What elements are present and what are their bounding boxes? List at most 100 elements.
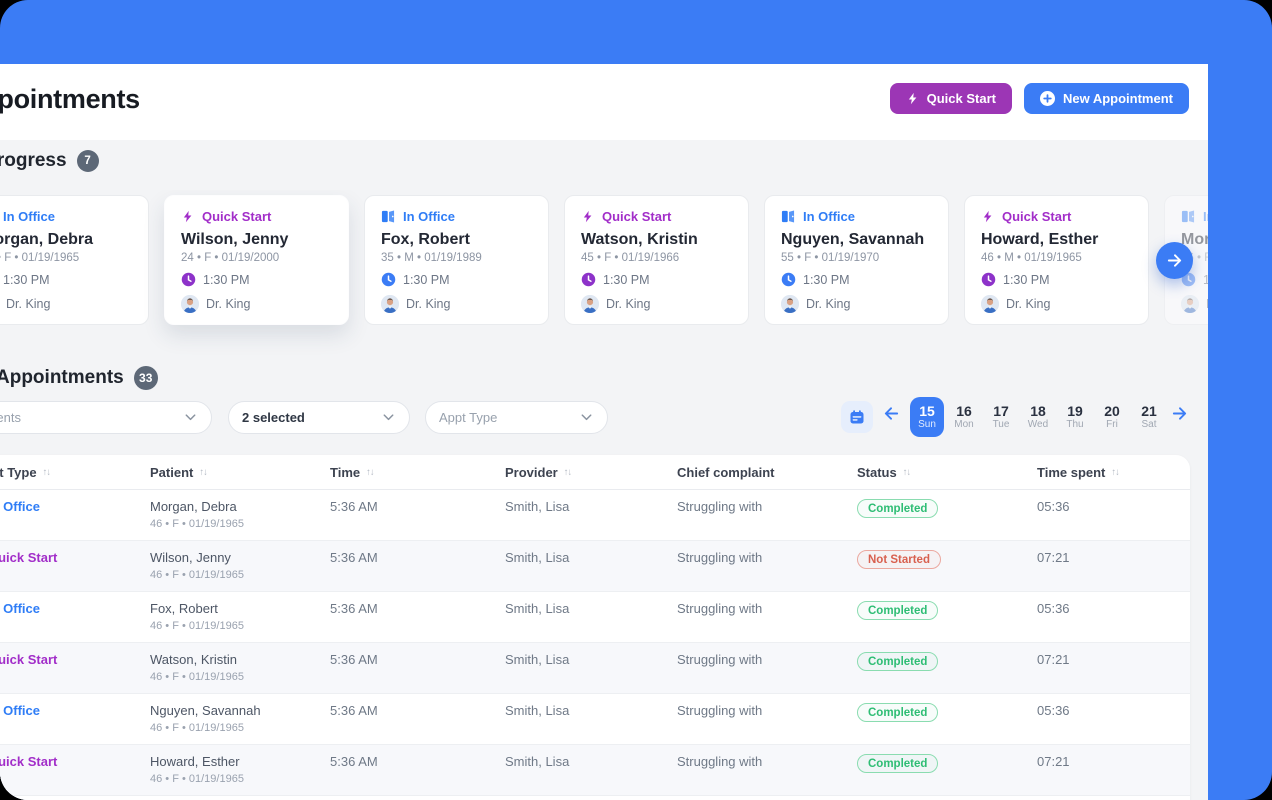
column-header[interactable]: Provider ↑↓ xyxy=(505,465,677,480)
patient-card[interactable]: In Office Morgan, Debra 46 • F • 01/19/1… xyxy=(0,195,149,325)
card-type-label: In Office xyxy=(803,209,856,224)
cell-provider: Smith, Lisa xyxy=(505,703,570,718)
week-day-strip: 15 Sun 16 Mon 17 Tue 18 Wed 19 Thu 20 Fr… xyxy=(910,397,1166,437)
column-header[interactable]: Status ↑↓ xyxy=(857,465,1037,480)
sort-arrows-icon[interactable]: ↑↓ xyxy=(903,467,911,478)
calendar-button[interactable] xyxy=(841,401,873,433)
appt-type-filter-dropdown[interactable]: Appt Type xyxy=(425,401,608,434)
day-name: Sun xyxy=(918,419,936,431)
column-header[interactable]: Time spent ↑↓ xyxy=(1037,465,1190,480)
cell-chief-complaint: Struggling with xyxy=(677,754,763,769)
avatar xyxy=(181,295,199,313)
table-row[interactable]: In Office Fox, Robert 46 • F • 01/19/196… xyxy=(0,592,1190,643)
card-provider: Dr. King xyxy=(806,297,851,311)
cell-status: Completed xyxy=(857,754,1037,795)
carousel-next-button[interactable] xyxy=(1156,242,1193,279)
avatar xyxy=(781,295,799,313)
avatar xyxy=(1181,295,1199,313)
column-label: Provider xyxy=(505,465,558,480)
week-day[interactable]: 20 Fri xyxy=(1095,397,1129,437)
table-row[interactable]: Quick Start Wilson, Jenny 46 • F • 01/19… xyxy=(0,541,1190,592)
column-label: Chief complaint xyxy=(677,465,775,480)
calendar-icon xyxy=(850,410,864,424)
patient-meta: 46 • F • 01/19/1965 xyxy=(150,722,244,734)
sort-arrows-icon[interactable]: ↑↓ xyxy=(564,467,572,478)
patients-filter-dropdown[interactable]: Patients xyxy=(0,401,212,434)
cell-provider: Smith, Lisa xyxy=(505,754,570,769)
avatar xyxy=(381,295,399,313)
week-day[interactable]: 16 Mon xyxy=(947,397,981,437)
card-provider-row: Dr. King xyxy=(1181,295,1208,313)
card-time: 1:30 PM xyxy=(3,272,50,287)
in-progress-carousel: In Office Morgan, Debra 46 • F • 01/19/1… xyxy=(0,190,1208,360)
card-type-label: Quick Start xyxy=(1002,209,1072,224)
appointments-heading: Appointments 33 xyxy=(0,366,158,390)
cell-chief-complaint: Struggling with xyxy=(677,601,763,616)
day-number: 21 xyxy=(1141,402,1157,419)
card-provider: Dr. King xyxy=(6,297,51,311)
week-prev-button[interactable] xyxy=(883,405,900,422)
appt-type-filter-value: Appt Type xyxy=(439,410,498,425)
providers-filter-dropdown[interactable]: 2 selected xyxy=(228,401,410,434)
column-header[interactable]: Patient ↑↓ xyxy=(150,465,330,480)
patient-name: Wilson, Jenny xyxy=(150,550,231,565)
new-appointment-button[interactable]: New Appointment xyxy=(1023,83,1189,114)
cell-appt-type[interactable]: Quick Start xyxy=(0,652,150,693)
cell-provider: Smith, Lisa xyxy=(505,652,570,667)
chevron-down-icon xyxy=(185,414,196,421)
cell-appt-type[interactable]: In Office xyxy=(0,601,150,642)
day-number: 19 xyxy=(1067,402,1083,419)
quick-start-button[interactable]: Quick Start xyxy=(889,83,1012,114)
day-name: Mon xyxy=(954,419,974,431)
cell-appt-type[interactable]: Quick Start xyxy=(0,550,150,591)
cell-appt-type[interactable]: Quick Start xyxy=(0,754,150,795)
table-row[interactable]: In Office Nguyen, Savannah 46 • F • 01/1… xyxy=(0,694,1190,745)
cell-provider: Smith, Lisa xyxy=(505,550,570,565)
card-patient-meta: 55 • F • 01/19/1970 xyxy=(781,252,880,264)
table-row[interactable]: Quick Start Howard, Esther 46 • F • 01/1… xyxy=(0,745,1190,796)
table-row[interactable]: In Office Morgan, Debra 46 • F • 01/19/1… xyxy=(0,490,1190,541)
patient-card[interactable]: Quick Start Howard, Esther 46 • M • 01/1… xyxy=(964,195,1149,325)
column-header[interactable]: Appt Type ↑↓ xyxy=(0,465,150,480)
card-time-row: 1:30 PM xyxy=(381,272,532,287)
day-name: Sat xyxy=(1141,419,1157,431)
cell-appt-type[interactable]: In Office xyxy=(0,703,150,744)
patient-card[interactable]: Quick Start Watson, Kristin 45 • F • 01/… xyxy=(564,195,749,325)
card-type-row: In Office xyxy=(0,208,132,225)
card-time: 1:30 PM xyxy=(403,272,450,287)
cell-chief-complaint: Struggling with xyxy=(677,550,763,565)
patient-card[interactable]: Quick Start Wilson, Jenny 24 • F • 01/19… xyxy=(164,195,349,325)
column-header[interactable]: Chief complaint ↑↓ xyxy=(677,465,857,480)
week-day[interactable]: 19 Thu xyxy=(1058,397,1092,437)
card-patient-meta: 35 • M • 01/19/1989 xyxy=(381,252,482,264)
column-header[interactable]: Time ↑↓ xyxy=(330,465,505,480)
card-provider: Dr. King xyxy=(206,297,251,311)
sort-arrows-icon[interactable]: ↑↓ xyxy=(43,467,51,478)
sort-arrows-icon[interactable]: ↑↓ xyxy=(199,467,207,478)
week-day[interactable]: 15 Sun xyxy=(910,397,944,437)
card-provider-row: Dr. King xyxy=(581,295,732,313)
table-row[interactable]: Quick Start Watson, Kristin 46 • F • 01/… xyxy=(0,643,1190,694)
appointments-title: Appointments xyxy=(0,367,124,388)
in-progress-heading: In Progress 7 xyxy=(0,150,99,172)
card-type-label: In Office xyxy=(1203,209,1208,224)
patient-card[interactable]: In Office Fox, Robert 35 • M • 01/19/198… xyxy=(364,195,549,325)
day-number: 20 xyxy=(1104,402,1120,419)
arrow-right-icon xyxy=(1167,254,1182,267)
week-next-button[interactable] xyxy=(1171,405,1188,422)
cell-appt-type[interactable]: In Office xyxy=(0,499,150,540)
sort-arrows-icon[interactable]: ↑↓ xyxy=(366,467,374,478)
week-day[interactable]: 18 Wed xyxy=(1021,397,1055,437)
day-name: Wed xyxy=(1027,419,1049,431)
doctor-avatar-icon xyxy=(381,295,399,313)
patient-card[interactable]: In Office Nguyen, Savannah 55 • F • 01/1… xyxy=(764,195,949,325)
day-name: Fri xyxy=(1106,419,1118,431)
sort-arrows-icon[interactable]: ↑↓ xyxy=(1111,467,1119,478)
card-type-label: In Office xyxy=(3,209,56,224)
week-day[interactable]: 21 Sat xyxy=(1132,397,1166,437)
clock-icon xyxy=(781,272,796,287)
card-provider: Dr. King xyxy=(1006,297,1051,311)
status-badge: Completed xyxy=(857,754,939,773)
cell-time-spent: 07:21 xyxy=(1037,550,1070,565)
week-day[interactable]: 17 Tue xyxy=(984,397,1018,437)
